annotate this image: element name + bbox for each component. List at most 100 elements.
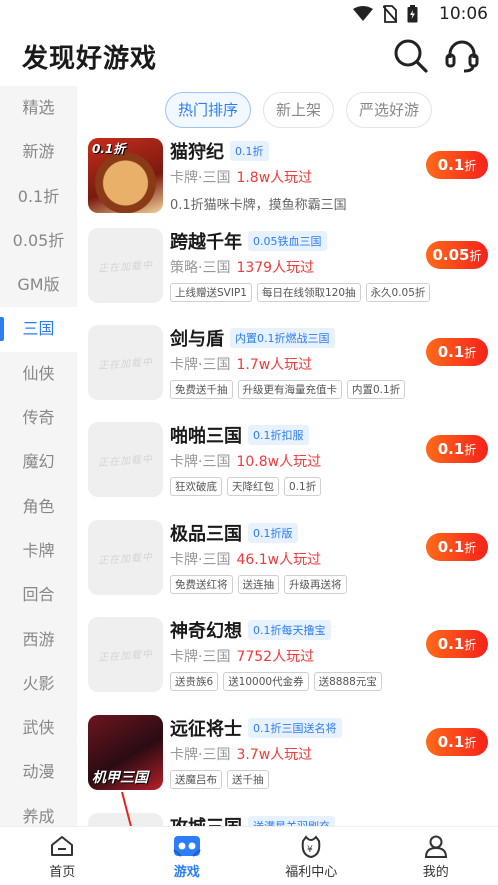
discount-button[interactable]: 0.1折 (426, 338, 488, 366)
game-meta: 卡牌·三国 3.7w人玩过 (170, 744, 312, 764)
discount-button[interactable]: 0.05折 (426, 241, 488, 269)
discount-value: 0.1 (437, 440, 465, 458)
feature-tag: 送10000代金券 (223, 672, 309, 691)
sidebar-item[interactable]: 武侠 (0, 706, 77, 750)
feature-tag: 送魔吕布 (170, 770, 222, 789)
game-name: 啪啪三国 (170, 426, 242, 447)
discount-button[interactable]: 0.1折 (426, 435, 488, 463)
game-row[interactable]: 正在加载中 神奇幻想 0.1折每天撸宝 卡牌·三国 7752人玩过 送贵族6 送10000代… (77, 617, 498, 714)
nav-label: 福利中心 (285, 865, 338, 880)
loading-placeholder: 正在加载中 (97, 357, 154, 372)
feature-tag: 0.1折 (284, 477, 322, 496)
game-icon[interactable]: 0.1折 (88, 138, 163, 213)
game-icon[interactable]: 正在加载中 (88, 422, 163, 497)
game-tags: 送魔吕布 送千抽 (170, 770, 269, 789)
game-name: 猫狩纪 (170, 142, 224, 163)
sidebar-item[interactable]: 回合 (0, 573, 77, 617)
nav-icon-wrap (374, 833, 498, 859)
play-count: 10.8w人玩过 (236, 454, 322, 470)
wifi-icon (353, 6, 373, 21)
sidebar-item[interactable]: 卡牌 (0, 529, 77, 573)
tab-0[interactable]: 热门排序 (164, 92, 251, 128)
game-row[interactable]: 正在加载中 剑与盾 内置0.1折燃战三国 卡牌·三国 1.7w人玩过 免费送千抽 升级更有海… (77, 325, 498, 422)
tab-2[interactable]: 严选好游 (346, 92, 433, 128)
game-name: 攻城三国 (170, 813, 242, 826)
nav-icon-wrap (0, 833, 125, 859)
discount-unit: 折 (464, 638, 477, 652)
sidebar-item[interactable]: 新游 (0, 130, 77, 174)
game-icon[interactable]: 正在加载中 (88, 325, 163, 400)
customer-service-button[interactable] (444, 38, 480, 78)
sidebar-item[interactable]: 精选 (0, 86, 77, 130)
discount-button[interactable]: 0.1折 (426, 533, 488, 561)
game-name-row: 剑与盾 内置0.1折燃战三国 (170, 325, 335, 351)
game-row[interactable]: 0.1折 猫狩纪 0.1折 卡牌·三国 1.8w人玩过 0.1折猫咪卡牌，摸鱼称霸三国 0.… (77, 138, 498, 235)
sidebar-item[interactable]: 动漫 (0, 750, 77, 794)
loading-placeholder: 正在加载中 (97, 552, 154, 567)
sidebar-item[interactable]: GM版 (0, 263, 77, 307)
game-row[interactable]: 正在加载中 极品三国 0.1折版 卡牌·三国 46.1w人玩过 免费送红将 送连抽 升级再送将… (77, 520, 498, 617)
sidebar-item[interactable]: 传奇 (0, 396, 77, 440)
promo-badge: 0.1折三国送名将 (248, 718, 342, 738)
game-icon-label: 机甲三国 (92, 770, 148, 786)
feature-tag: 升级再送将 (284, 575, 347, 594)
sidebar-item[interactable]: 火影 (0, 662, 77, 706)
game-meta: 策略·三国 1379人玩过 (170, 257, 314, 277)
game-category: 卡牌·三国 (170, 454, 231, 470)
play-count: 46.1w人玩过 (236, 552, 322, 568)
sidebar-item[interactable]: 仙侠 (0, 352, 77, 396)
promo-badge: 0.1折每天撸宝 (248, 620, 331, 640)
nav-item-3[interactable]: 我的 (374, 827, 498, 885)
sidebar-item[interactable]: 养成 (0, 795, 77, 826)
game-icon[interactable]: 正在加载中 (88, 520, 163, 595)
sidebar-item[interactable]: 0.1折 (0, 175, 77, 219)
sidebar-item[interactable]: 角色 (0, 485, 77, 529)
game-name: 跨越千年 (170, 232, 242, 253)
search-button[interactable] (393, 38, 429, 78)
bottom-nav: 首页 游戏 ¥ 福利中心 我的 (0, 826, 498, 885)
promo-badge: 0.05铁血三国 (248, 231, 327, 251)
feature-tag: 升级更有海量充值卡 (237, 380, 342, 399)
discount-unit: 折 (464, 736, 477, 750)
game-icon[interactable]: 正在加载中 (88, 228, 163, 303)
nav-item-1[interactable]: 游戏 (125, 827, 250, 885)
discount-unit: 折 (469, 249, 482, 263)
game-icon[interactable]: 正在加载中 (88, 617, 163, 692)
promo-badge: 0.1折 (230, 141, 269, 161)
sidebar-item[interactable]: 0.05折 (0, 219, 77, 263)
tab-1[interactable]: 新上架 (262, 92, 334, 128)
page-title: 发现好游戏 (22, 44, 158, 74)
game-list[interactable]: 0.1折 猫狩纪 0.1折 卡牌·三国 1.8w人玩过 0.1折猫咪卡牌，摸鱼称霸三国 0.… (77, 130, 498, 826)
game-category: 卡牌·三国 (170, 357, 231, 373)
game-name-row: 远征将士 0.1折三国送名将 (170, 715, 342, 741)
gamepad-icon (173, 836, 201, 857)
feature-tag: 内置0.1折 (347, 380, 406, 399)
game-tags: 送贵族6 送10000代金券 送8888元宝 (170, 672, 382, 691)
sidebar-item[interactable]: 魔幻 (0, 440, 77, 484)
game-icon-art: 机甲三国 (88, 715, 163, 790)
promo-badge: 内置0.1折燃战三国 (230, 328, 335, 348)
discount-button[interactable]: 0.1折 (426, 151, 488, 179)
page-header: 发现好游戏 (0, 28, 498, 86)
game-row[interactable]: 正在加载中 啪啪三国 0.1折扣服 卡牌·三国 10.8w人玩过 狂欢破底 天降红包 0.1折… (77, 422, 498, 519)
headset-icon (445, 40, 479, 73)
game-icon[interactable]: 机甲三国 (88, 715, 163, 790)
sort-tabs: 热门排序 新上架 严选好游 (77, 92, 498, 130)
game-category: 策略·三国 (170, 260, 231, 276)
sidebar-item[interactable]: 三国 (0, 307, 77, 352)
discount-button[interactable]: 0.1折 (426, 728, 488, 756)
game-row[interactable]: 正在加载中 跨越千年 0.05铁血三国 策略·三国 1379人玩过 上线赠送SVIP1 每日… (77, 228, 498, 325)
play-count: 7752人玩过 (236, 649, 315, 665)
game-name: 远征将士 (170, 719, 242, 740)
nav-item-2[interactable]: ¥ 福利中心 (249, 827, 374, 885)
nav-label: 首页 (49, 865, 76, 880)
sidebar-item[interactable]: 西游 (0, 618, 77, 662)
category-sidebar: 精选 新游 0.1折 0.05折 GM版 三国 仙侠 传奇 魔幻 角色 卡牌 回合 西游 火影 武侠 动漫 养成 (0, 86, 77, 826)
nav-icon-wrap (125, 833, 250, 859)
game-meta: 卡牌·三国 10.8w人玩过 (170, 451, 321, 471)
game-category: 卡牌·三国 (170, 170, 231, 186)
discount-button[interactable]: 0.1折 (426, 630, 488, 658)
discount-unit: 折 (464, 159, 477, 173)
home-icon (51, 836, 74, 856)
nav-item-0[interactable]: 首页 (0, 827, 125, 885)
